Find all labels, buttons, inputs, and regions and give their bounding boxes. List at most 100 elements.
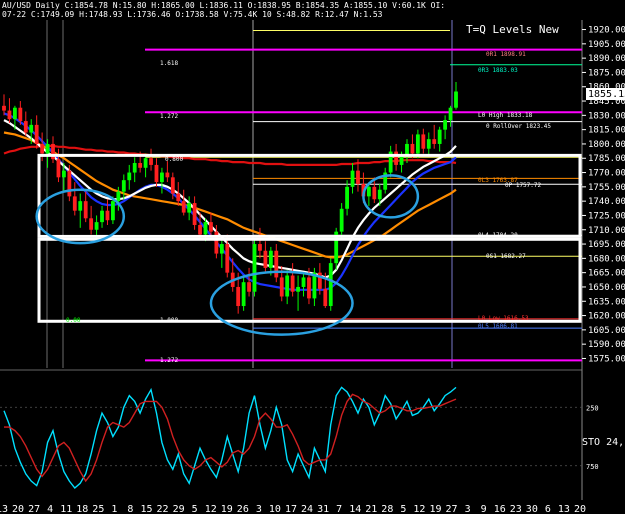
x-tick-label-16: 3 — [256, 504, 262, 514]
x-tick-label-30: 9 — [481, 504, 487, 514]
candle-body-5 — [29, 124, 34, 133]
y-tick-label-17: 1665.00 — [588, 269, 625, 279]
x-tick-label-32: 23 — [510, 504, 522, 514]
x-tick-label-21: 7 — [336, 504, 342, 514]
x-tick-label-24: 28 — [381, 504, 393, 514]
candle-body-25 — [138, 163, 143, 168]
header-line-1: AU/USD Daily C:1854.78 N:15.80 H:1865.00… — [2, 1, 445, 10]
fib-label-000: 0.00 — [66, 317, 81, 324]
stochastic-label: STO 24, — [582, 437, 624, 448]
y-tick-label-8: 1800.00 — [588, 140, 625, 150]
candle-body-6 — [34, 124, 39, 144]
y-tick-label-19: 1635.00 — [588, 297, 625, 307]
candle-body-81 — [443, 120, 448, 130]
candle-body-16 — [89, 218, 94, 230]
moving-average-line-2 — [3, 112, 457, 291]
candle-body-59 — [323, 288, 328, 307]
candle-body-79 — [432, 139, 437, 144]
x-tick-label-6: 25 — [92, 504, 104, 514]
candle-body-62 — [339, 208, 344, 232]
x-tick-label-9: 15 — [140, 504, 152, 514]
y-tick-label-1: 1905.00 — [588, 40, 625, 50]
x-tick-label-1: 20 — [12, 504, 24, 514]
candle-body-40 — [219, 244, 224, 254]
y-tick-label-15: 1695.00 — [588, 240, 625, 250]
candle-body-41 — [225, 244, 230, 273]
candle-body-9 — [51, 143, 55, 160]
x-tick-label-29: 3 — [465, 504, 471, 514]
x-tick-label-2: 27 — [28, 504, 40, 514]
candle-body-7 — [40, 143, 45, 154]
candle-body-48 — [263, 250, 268, 268]
fib-label-0800: 0.800 — [165, 156, 183, 163]
y-tick-label-22: 1590.00 — [588, 340, 625, 350]
candle-body-80 — [437, 129, 442, 144]
candle-body-37 — [203, 222, 208, 235]
candle-body-33 — [181, 201, 186, 213]
y-tick-label-21: 1605.00 — [588, 326, 625, 336]
y-tick-label-7: 1815.00 — [588, 126, 625, 136]
level-label-rollover: 0 RollOver 1823.45 — [486, 123, 551, 130]
candle-body-63 — [345, 186, 349, 209]
candle-body-4 — [23, 121, 28, 133]
candle-body-74 — [405, 143, 409, 156]
x-tick-label-23: 21 — [365, 504, 377, 514]
x-tick-label-0: 13 — [0, 504, 8, 514]
candle-body-56 — [307, 277, 311, 299]
candle-body-50 — [274, 250, 279, 278]
y-tick-label-3: 1875.00 — [588, 68, 625, 78]
x-tick-label-22: 14 — [349, 504, 361, 514]
plot-layer: 1920.001905.001890.001875.001860.001845.… — [0, 20, 625, 514]
candle-body-60 — [328, 263, 333, 307]
candle-body-75 — [410, 143, 415, 154]
header-line-2: 07-22 C:1749.09 H:1748.93 L:1736.46 O:17… — [2, 10, 383, 19]
candle-body-8 — [45, 143, 50, 154]
y-tick-label-20: 1620.00 — [588, 312, 625, 322]
y-tick-label-9: 1785.00 — [588, 154, 625, 164]
y-tick-label-0: 1920.00 — [588, 26, 625, 36]
candle-body-72 — [394, 151, 399, 165]
candle-body-26 — [143, 158, 148, 168]
candle-body-64 — [350, 170, 355, 187]
stochastic-line-0 — [3, 386, 457, 490]
candle-body-21 — [116, 191, 121, 202]
candle-body-19 — [105, 210, 110, 221]
candle-body-10 — [56, 159, 61, 178]
candle-body-55 — [301, 277, 306, 287]
candle-body-3 — [18, 107, 23, 122]
candle-body-69 — [377, 189, 382, 200]
candle-body-38 — [209, 222, 213, 232]
candle-body-78 — [426, 139, 431, 149]
level-label-0s1: 0S1 1682.27 — [486, 253, 526, 260]
candle-body-18 — [100, 210, 104, 223]
candle-body-49 — [268, 250, 273, 268]
candle-body-17 — [94, 222, 99, 230]
y-tick-label-12: 1740.00 — [588, 197, 625, 207]
x-tick-label-14: 19 — [221, 504, 233, 514]
candle-body-53 — [290, 275, 295, 292]
x-tick-label-19: 24 — [301, 504, 313, 514]
candle-body-68 — [372, 186, 377, 200]
candle-body-44 — [241, 282, 246, 307]
candle-body-32 — [176, 193, 181, 202]
fib-label-1272-bottom: 1.272 — [160, 357, 178, 364]
annotation-circle-2 — [362, 174, 420, 219]
candle-body-82 — [448, 107, 453, 121]
fib-label-1272-top: 1.272 — [160, 113, 178, 120]
x-tick-label-34: 6 — [545, 504, 551, 514]
candle-body-0 — [2, 105, 6, 111]
y-tick-label-6: 1830.00 — [588, 111, 625, 121]
level-label-0l4: 0L4 1704.20 — [478, 232, 518, 239]
candle-body-23 — [127, 172, 132, 181]
candle-body-1 — [7, 110, 12, 120]
candle-body-52 — [285, 275, 290, 297]
x-tick-label-15: 26 — [237, 504, 249, 514]
x-tick-label-10: 22 — [157, 504, 169, 514]
level-label-l0-high: L0 High 1833.18 — [478, 112, 533, 119]
x-tick-label-31: 16 — [494, 504, 506, 514]
candle-body-83 — [454, 91, 458, 108]
sto-tick-label-1: 750 — [586, 463, 599, 471]
x-tick-label-13: 12 — [205, 504, 217, 514]
y-tick-label-18: 1650.00 — [588, 283, 625, 293]
x-tick-label-8: 8 — [127, 504, 133, 514]
